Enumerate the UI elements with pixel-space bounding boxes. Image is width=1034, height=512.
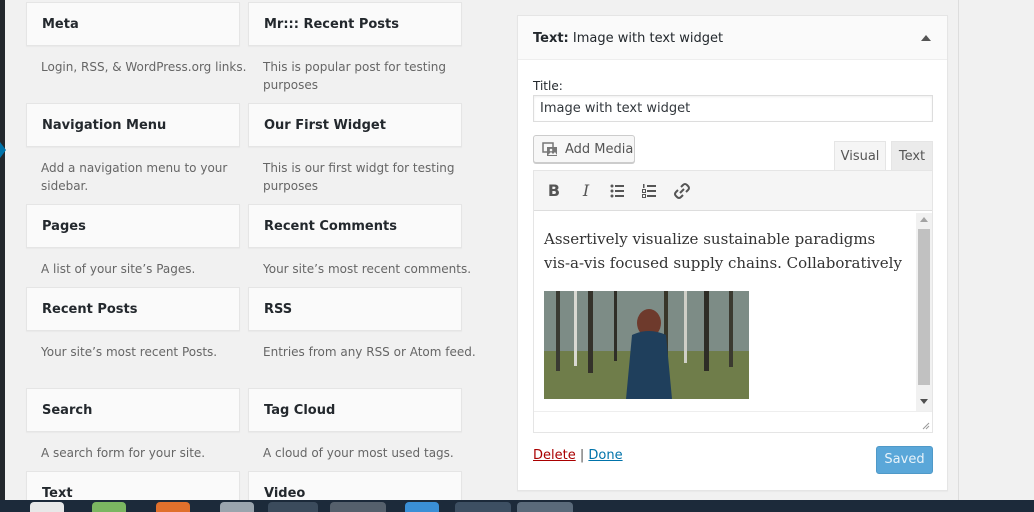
bulleted-list-icon[interactable] bbox=[608, 181, 628, 201]
app-icon[interactable] bbox=[156, 502, 190, 512]
widget-desc: Login, RSS, & WordPress.org links. bbox=[41, 60, 247, 74]
widget-desc: This is our first widgt for testing purp… bbox=[263, 161, 455, 193]
widget-mr-recent-posts[interactable]: Mr::: Recent Posts bbox=[248, 2, 462, 46]
widget-recent-comments[interactable]: Recent Comments bbox=[248, 204, 462, 248]
widget-title: Text bbox=[42, 486, 73, 501]
widget-tag-cloud[interactable]: Tag Cloud bbox=[248, 388, 462, 432]
widget-title: Recent Comments bbox=[264, 219, 397, 234]
widget-desc: This is popular post for testing purpose… bbox=[263, 60, 446, 92]
actions-separator: | bbox=[579, 448, 585, 463]
widget-title: Video bbox=[264, 486, 306, 501]
tab-visual[interactable]: Visual bbox=[834, 141, 886, 171]
widget-meta[interactable]: Meta bbox=[26, 2, 240, 46]
widget-recent-posts[interactable]: Recent Posts bbox=[26, 287, 240, 331]
app-icon[interactable] bbox=[405, 502, 439, 512]
chrome-icon[interactable] bbox=[330, 502, 386, 512]
widget-navigation-menu[interactable]: Navigation Menu bbox=[26, 103, 240, 147]
widget-search[interactable]: Search bbox=[26, 388, 240, 432]
app-icon[interactable] bbox=[517, 502, 573, 512]
app-icon[interactable] bbox=[220, 502, 254, 512]
widget-title: Recent Posts bbox=[42, 302, 138, 317]
widget-desc: Add a navigation menu to your sidebar. bbox=[41, 161, 228, 193]
widget-header[interactable]: Text: Image with text widget bbox=[518, 16, 947, 60]
editor-content[interactable]: Assertively visualize sustainable paradi… bbox=[534, 213, 916, 411]
app-icon[interactable] bbox=[92, 502, 126, 512]
widget-desc: Entries from any RSS or Atom feed. bbox=[263, 345, 476, 359]
admin-menu-edge bbox=[0, 0, 6, 500]
resize-handle-icon[interactable] bbox=[920, 420, 930, 430]
widget-our-first-widget[interactable]: Our First Widget bbox=[248, 103, 462, 147]
add-media-button[interactable]: Add Media bbox=[533, 135, 635, 163]
widget-pages[interactable]: Pages bbox=[26, 204, 240, 248]
scroll-down-arrow-icon[interactable] bbox=[920, 399, 928, 404]
delete-link[interactable]: Delete bbox=[533, 448, 576, 463]
widget-header-title: Text: Image with text widget bbox=[533, 31, 724, 46]
skype-icon[interactable] bbox=[455, 502, 511, 512]
editor-statusbar bbox=[534, 411, 932, 432]
widget-title: Our First Widget bbox=[264, 118, 386, 133]
widget-title: Navigation Menu bbox=[42, 118, 167, 133]
editor-scrollbar[interactable] bbox=[916, 213, 932, 411]
widget-actions: Delete | Done bbox=[533, 448, 623, 463]
title-label: Title: bbox=[533, 79, 563, 93]
editor-paragraph[interactable]: Assertively visualize sustainable paradi… bbox=[544, 227, 904, 275]
widget-title: Meta bbox=[42, 17, 79, 32]
saved-button[interactable]: Saved bbox=[876, 446, 933, 474]
app-icon[interactable] bbox=[268, 502, 318, 512]
widget-title: Tag Cloud bbox=[264, 403, 336, 418]
link-icon[interactable] bbox=[672, 181, 692, 201]
widget-desc: A search form for your site. bbox=[41, 446, 206, 460]
widget-desc: Your site’s most recent comments. bbox=[263, 262, 472, 276]
scroll-up-arrow-icon[interactable] bbox=[920, 217, 928, 222]
current-menu-indicator bbox=[0, 142, 6, 158]
media-icon bbox=[542, 142, 557, 156]
sidebar-divider bbox=[958, 0, 959, 500]
rich-text-editor: B I Assertively visualize sustainable pa… bbox=[533, 170, 933, 433]
widget-title: RSS bbox=[264, 302, 293, 317]
widget-title: Mr::: Recent Posts bbox=[264, 17, 399, 32]
editor-toolbar: B I bbox=[534, 171, 932, 211]
numbered-list-icon[interactable] bbox=[640, 181, 660, 201]
collapse-arrow-icon[interactable] bbox=[921, 35, 931, 41]
title-input[interactable] bbox=[533, 95, 933, 122]
widget-title: Search bbox=[42, 403, 93, 418]
bold-icon[interactable]: B bbox=[544, 181, 564, 201]
italic-icon[interactable]: I bbox=[576, 181, 596, 201]
scroll-thumb[interactable] bbox=[918, 229, 930, 385]
browser-icon[interactable] bbox=[30, 502, 64, 512]
widget-desc: A cloud of your most used tags. bbox=[263, 446, 454, 460]
widget-rss[interactable]: RSS bbox=[248, 287, 462, 331]
widget-desc: A list of your site’s Pages. bbox=[41, 262, 196, 276]
add-media-label: Add Media bbox=[565, 142, 634, 157]
done-link[interactable]: Done bbox=[588, 448, 622, 463]
widget-title: Pages bbox=[42, 219, 86, 234]
forest-image[interactable] bbox=[544, 291, 749, 399]
tab-text[interactable]: Text bbox=[891, 141, 933, 171]
taskbar bbox=[0, 500, 1034, 512]
widget-desc: Your site’s most recent Posts. bbox=[41, 345, 218, 359]
